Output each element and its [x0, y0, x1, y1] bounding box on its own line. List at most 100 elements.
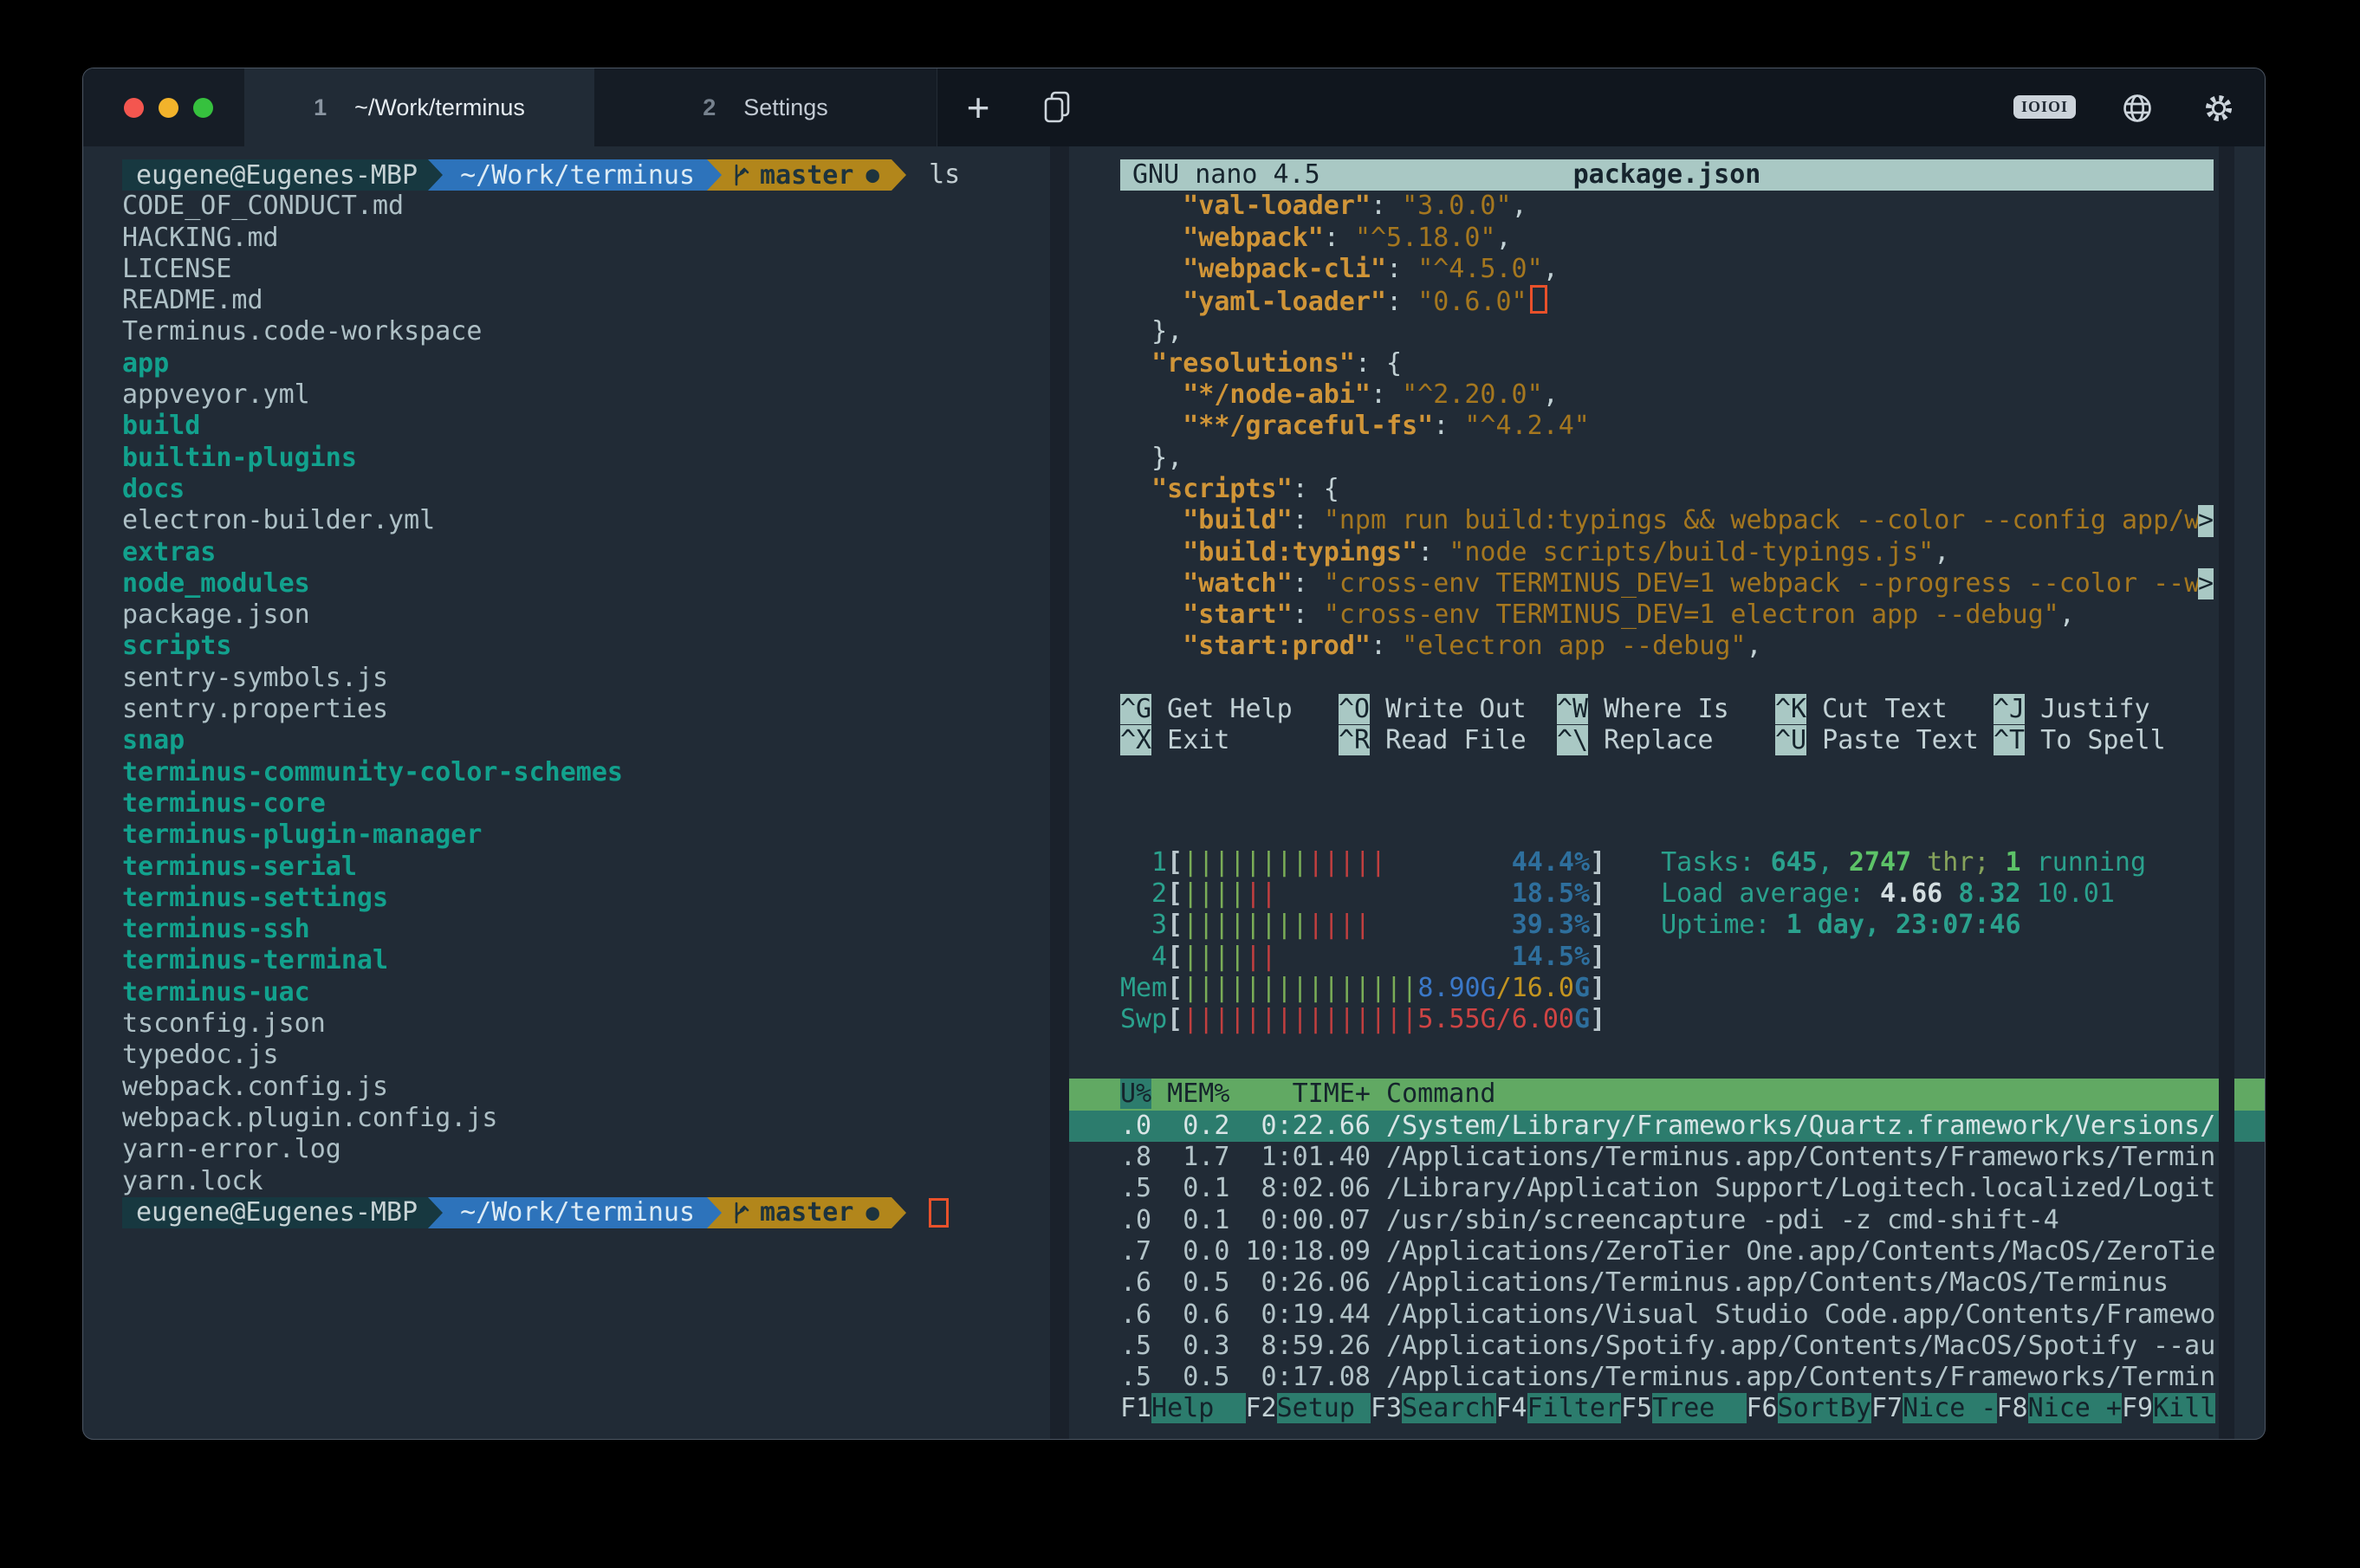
nano-line: "start": "cross-env TERMINUS_DEV=1 elect…	[1120, 599, 2214, 631]
window-controls	[83, 68, 246, 146]
nano-version: GNU nano 4.5	[1132, 159, 1320, 191]
file-entry: yarn-error.log	[122, 1134, 1050, 1165]
terminal-pane-right[interactable]: GNU nano 4.5 package.json "val-loader": …	[1069, 146, 2265, 1439]
line-continuation-marker: >	[2198, 505, 2214, 536]
process-row[interactable]: .5 0.5 0:17.08 /Applications/Terminus.ap…	[1069, 1362, 2265, 1393]
terminus-window: 1 ~/Work/terminus 2 Settings + IOIOI	[82, 68, 2266, 1440]
meter-4: 4[||||||14.5%]	[1120, 942, 1605, 973]
file-entry: typedoc.js	[122, 1040, 1050, 1071]
nano-line: "resolutions": {	[1120, 348, 2214, 379]
globe-icon[interactable]	[2120, 91, 2155, 126]
fkey-f7[interactable]: F7Nice -	[1871, 1393, 1997, 1424]
tab-title: Settings	[743, 94, 828, 121]
dir-entry: builtin-plugins	[122, 443, 1050, 474]
prompt-git-segment: master ●	[722, 159, 891, 191]
split-tab-button[interactable]	[1021, 68, 1095, 146]
nano-line: },	[1120, 443, 2214, 474]
pane-splitter[interactable]	[1050, 146, 1069, 1439]
powerline-separator	[428, 159, 443, 191]
prompt-path-segment: ~/Work/terminus	[443, 1197, 707, 1228]
fkey-f8[interactable]: F8Nice +	[1997, 1393, 2123, 1424]
meter-3: 3[||||||||||||39.3%]	[1120, 910, 1605, 941]
plus-icon: +	[967, 84, 990, 131]
file-entry: electron-builder.yml	[122, 505, 1050, 536]
dir-entry: terminus-serial	[122, 852, 1050, 883]
nano-title-bar: GNU nano 4.5 package.json	[1120, 159, 2214, 191]
nano-shortcut-hint: ^G Get Help	[1120, 694, 1339, 725]
file-entry: appveyor.yml	[122, 379, 1050, 411]
powerline-separator	[891, 159, 906, 191]
git-branch-icon	[730, 162, 751, 188]
split-panes-icon	[1041, 89, 1074, 126]
new-tab-button[interactable]: +	[941, 68, 1015, 146]
close-window-button[interactable]	[124, 98, 144, 118]
file-entry: README.md	[122, 285, 1050, 316]
fkey-f3[interactable]: F3Search	[1371, 1393, 1496, 1424]
dir-entry: docs	[122, 474, 1050, 505]
powerline-separator	[707, 1197, 722, 1228]
htop-process-table: U% MEM% TIME+ Command.0 0.2 0:22.66 /Sys…	[1069, 1079, 2265, 1393]
dir-entry: terminus-community-color-schemes	[122, 757, 1050, 788]
prompt-git-segment: master ●	[722, 1197, 891, 1228]
serial-indicator-badge[interactable]: IOIOI	[2013, 95, 2076, 119]
fkey-f6[interactable]: F6SortBy	[1747, 1393, 1872, 1424]
file-entry: webpack.config.js	[122, 1072, 1050, 1103]
nano-buffer: "val-loader": "3.0.0", "webpack": "^5.18…	[1120, 191, 2265, 662]
process-row[interactable]: .0 0.1 0:00.07 /usr/sbin/screencapture -…	[1069, 1205, 2265, 1236]
git-dirty-dot: ●	[866, 162, 879, 188]
nano-line: "build": "npm run build:typings && webpa…	[1120, 505, 2214, 536]
file-entry: LICENSE	[122, 254, 1050, 285]
dir-entry: terminus-uac	[122, 977, 1050, 1008]
settings-gear-icon[interactable]	[2201, 91, 2236, 126]
dir-entry: terminus-plugin-manager	[122, 820, 1050, 851]
shell-prompt-line: eugene@Eugenes-MBP ~/Work/terminus maste…	[122, 159, 1050, 191]
file-entry: tsconfig.json	[122, 1008, 1050, 1040]
tab-index: 1	[314, 94, 327, 121]
htop-meters: 1[|||||||||||||44.4%]2[||||||18.5%]3[|||…	[1120, 847, 1605, 1036]
file-entry: Terminus.code-workspace	[122, 316, 1050, 347]
tab-settings[interactable]: 2 Settings	[594, 68, 937, 146]
process-row[interactable]: .7 0.0 10:18.09 /Applications/ZeroTier O…	[1069, 1236, 2265, 1267]
tasks-line: Uptime: 1 day, 23:07:46	[1661, 910, 2146, 941]
nano-cursor	[1530, 285, 1547, 314]
process-row[interactable]: .5 0.1 8:02.06 /Library/Application Supp…	[1069, 1173, 2265, 1204]
process-row[interactable]: .6 0.6 0:19.44 /Applications/Visual Stud…	[1069, 1299, 2265, 1331]
file-entry: webpack.plugin.config.js	[122, 1103, 1050, 1134]
tab-terminal[interactable]: 1 ~/Work/terminus	[244, 68, 594, 146]
file-entry: package.json	[122, 599, 1050, 631]
process-row[interactable]: .0 0.2 0:22.66 /System/Library/Framework…	[1069, 1111, 2265, 1142]
process-row[interactable]: .5 0.3 8:59.26 /Applications/Spotify.app…	[1069, 1331, 2265, 1362]
process-row[interactable]: .6 0.5 0:26.06 /Applications/Terminus.ap…	[1069, 1267, 2265, 1299]
nano-shortcut-bar: ^G Get Help^O Write Out^W Where Is^K Cut…	[1120, 694, 2265, 757]
line-continuation-marker: >	[2198, 568, 2214, 599]
process-table-header[interactable]: U% MEM% TIME+ Command	[1069, 1079, 2266, 1110]
ls-output: CODE_OF_CONDUCT.mdHACKING.mdLICENSEREADM…	[122, 191, 1050, 1197]
tasks-line: Tasks: 645, 2747 thr; 1 running	[1661, 847, 2146, 878]
file-entry: HACKING.md	[122, 223, 1050, 254]
fkey-f5[interactable]: F5Tree	[1621, 1393, 1747, 1424]
fkey-f4[interactable]: F4Filter	[1496, 1393, 1622, 1424]
meter-mem: Mem[|||||||||||||||8.90G/16.0G]	[1120, 973, 1605, 1004]
scrollbar-track[interactable]	[2219, 146, 2234, 1439]
nano-shortcut-hint: ^O Write Out	[1339, 694, 1557, 725]
terminal-cursor	[929, 1198, 949, 1228]
htop-tasks-summary: Tasks: 645, 2747 thr; 1 runningLoad aver…	[1661, 847, 2146, 1036]
process-row[interactable]: .8 1.7 1:01.40 /Applications/Terminus.ap…	[1069, 1142, 2265, 1173]
meter-2: 2[||||||18.5%]	[1120, 878, 1605, 910]
nano-line: "*/node-abi": "^2.20.0",	[1120, 379, 2214, 411]
dir-entry: node_modules	[122, 568, 1050, 599]
meter-1: 1[|||||||||||||44.4%]	[1120, 847, 1605, 878]
file-entry: sentry-symbols.js	[122, 663, 1050, 694]
terminal-pane-left[interactable]: eugene@Eugenes-MBP ~/Work/terminus maste…	[83, 146, 1050, 1439]
minimize-window-button[interactable]	[159, 98, 178, 118]
fkey-f2[interactable]: F2Setup	[1246, 1393, 1371, 1424]
dir-entry: terminus-settings	[122, 883, 1050, 914]
powerline-separator	[428, 1197, 443, 1228]
split-view: eugene@Eugenes-MBP ~/Work/terminus maste…	[83, 146, 2265, 1439]
nano-line: "build:typings": "node scripts/build-typ…	[1120, 537, 2214, 568]
nano-shortcut-hint: ^U Paste Text	[1775, 725, 1994, 756]
zoom-window-button[interactable]	[193, 98, 213, 118]
dir-entry: app	[122, 348, 1050, 379]
fkey-f1[interactable]: F1Help	[1120, 1393, 1246, 1424]
fkey-f9[interactable]: F9Kill	[2122, 1393, 2215, 1424]
